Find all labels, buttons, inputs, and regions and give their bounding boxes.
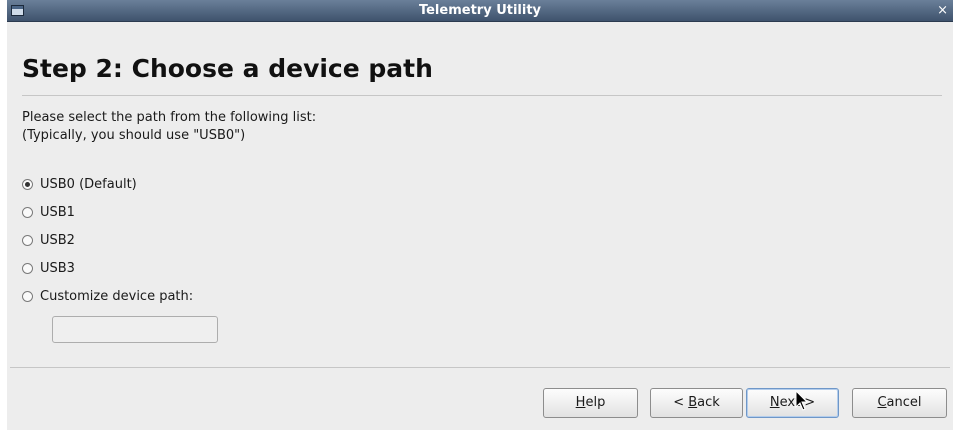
radio-unchecked-icon[interactable] <box>22 262 33 274</box>
radio-unchecked-icon[interactable] <box>22 206 33 218</box>
back-label-rest: ack <box>697 395 720 410</box>
next-button[interactable]: Next > <box>746 388 839 418</box>
back-mnemonic: B <box>688 395 698 410</box>
desktop-edge <box>0 22 2 430</box>
mouse-pointer-icon <box>795 390 809 411</box>
help-label-rest: elp <box>585 395 606 410</box>
dialog-window: Telemetry Utility × Step 2: Choose a dev… <box>7 0 953 430</box>
radio-label: USB3 <box>40 260 75 276</box>
radio-unchecked-icon[interactable] <box>22 234 33 246</box>
hint-text: (Typically, you should use "USB0") <box>22 128 246 143</box>
radio-unchecked-icon[interactable] <box>22 290 33 302</box>
footer-divider <box>10 367 950 368</box>
next-mnemonic: N <box>769 395 780 410</box>
close-icon[interactable]: × <box>937 2 948 20</box>
radio-label: USB2 <box>40 232 75 248</box>
radio-label: USB0 (Default) <box>40 176 137 192</box>
back-button[interactable]: < Back <box>650 388 743 418</box>
custom-path-input[interactable] <box>52 316 218 343</box>
help-mnemonic: H <box>575 395 586 410</box>
radio-label: USB1 <box>40 204 75 220</box>
window-title: Telemetry Utility <box>418 3 542 18</box>
wizard-content: Step 2: Choose a device path Please sele… <box>10 22 950 430</box>
cancel-mnemonic: C <box>877 395 887 410</box>
help-button[interactable]: Help <box>543 388 638 418</box>
page-title: Step 2: Choose a device path <box>22 54 433 83</box>
cancel-label-rest: ancel <box>886 395 922 410</box>
radio-label: Customize device path: <box>40 288 194 304</box>
header-divider <box>22 95 942 96</box>
radio-usb3[interactable]: USB3 <box>22 259 75 277</box>
instruction-text: Please select the path from the followin… <box>22 110 317 125</box>
radio-checked-icon[interactable] <box>22 178 33 190</box>
radio-custom-path[interactable]: Customize device path: <box>22 287 193 305</box>
radio-usb1[interactable]: USB1 <box>22 203 75 221</box>
title-bar[interactable]: Telemetry Utility × <box>7 0 953 22</box>
radio-usb0[interactable]: USB0 (Default) <box>22 175 137 193</box>
radio-usb2[interactable]: USB2 <box>22 231 75 249</box>
cancel-button[interactable]: Cancel <box>852 388 947 418</box>
back-prefix: < <box>673 395 689 410</box>
